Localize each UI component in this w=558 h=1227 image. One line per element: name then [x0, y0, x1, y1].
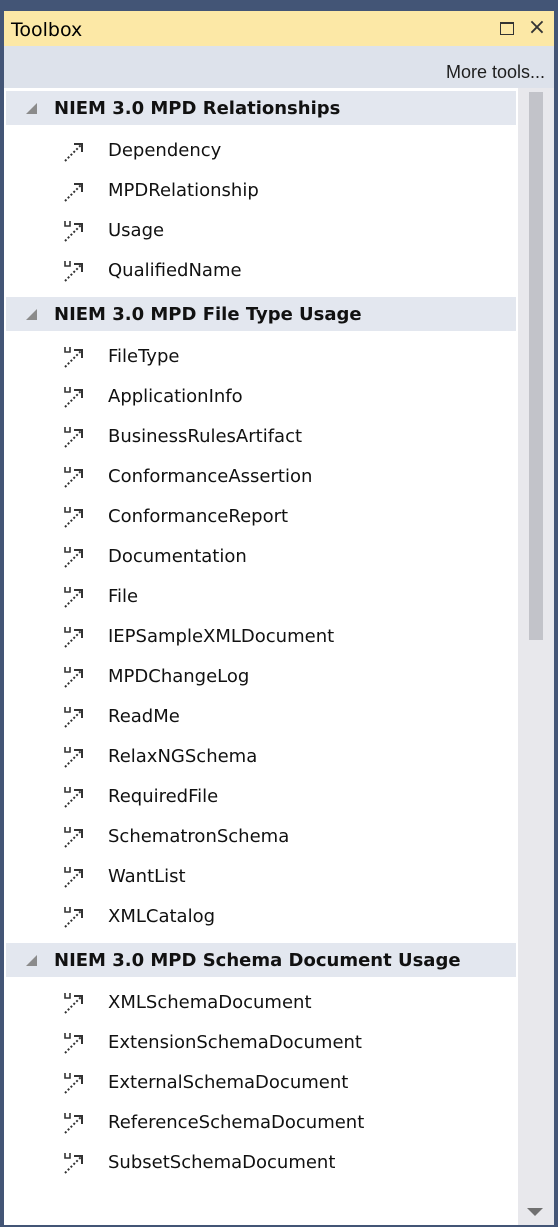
dependency-icon: [62, 179, 86, 203]
toolbox-group-header[interactable]: NIEM 3.0 MPD File Type Usage: [6, 297, 516, 331]
toolbox-list: NIEM 3.0 MPD Relationships Dependency MPDR…: [4, 88, 518, 1225]
usage-icon: [62, 785, 86, 809]
toolbox-item-label: ReferenceSchemaDocument: [108, 1112, 365, 1133]
toolbox-item[interactable]: ReadMe: [4, 699, 514, 735]
toolbox-item[interactable]: SchematronSchema: [4, 819, 514, 855]
toolbox-item[interactable]: SubsetSchemaDocument: [4, 1145, 514, 1181]
toolbox-item[interactable]: ExternalSchemaDocument: [4, 1065, 514, 1101]
usage-icon: [62, 991, 86, 1015]
maximize-icon: [500, 21, 514, 35]
usage-icon: [62, 259, 86, 283]
toolbox-item[interactable]: ConformanceReport: [4, 499, 514, 535]
vertical-scrollbar[interactable]: [518, 88, 554, 1225]
toolbox-item-label: RequiredFile: [108, 786, 219, 807]
toolbox-window: Toolbox × More tools... NIEM 3.0 MPD Rel…: [0, 0, 558, 1227]
usage-icon: [62, 1031, 86, 1055]
title-bar[interactable]: Toolbox ×: [4, 11, 554, 46]
toolbox-item-label: BusinessRulesArtifact: [108, 426, 303, 447]
toolbox-item[interactable]: WantList: [4, 859, 514, 895]
toolbox-item[interactable]: ConformanceAssertion: [4, 459, 514, 495]
usage-icon: [62, 705, 86, 729]
usage-icon: [62, 865, 86, 889]
usage-icon: [62, 425, 86, 449]
usage-icon: [62, 385, 86, 409]
maximize-button[interactable]: [496, 17, 518, 39]
group-title: NIEM 3.0 MPD File Type Usage: [54, 304, 362, 325]
toolbox-item-label: ReadMe: [108, 706, 180, 727]
toolbox-item[interactable]: FileType: [4, 339, 514, 375]
toolbox-item-label: MPDRelationship: [108, 180, 259, 201]
usage-icon: [62, 745, 86, 769]
toolbox-item-label: SchematronSchema: [108, 826, 290, 847]
expand-collapse-arrow-icon[interactable]: [26, 309, 37, 320]
more-tools-bar: More tools...: [4, 46, 554, 88]
toolbox-item-label: ApplicationInfo: [108, 386, 243, 407]
toolbox-item-label: File: [108, 586, 139, 607]
toolbox-item-label: Usage: [108, 220, 165, 241]
close-button[interactable]: ×: [526, 17, 548, 39]
toolbox-item[interactable]: RelaxNGSchema: [4, 739, 514, 775]
usage-icon: [62, 1111, 86, 1135]
toolbox-item-label: FileType: [108, 346, 180, 367]
toolbox-item[interactable]: BusinessRulesArtifact: [4, 419, 514, 455]
dependency-icon: [62, 139, 86, 163]
toolbox-item-label: IEPSampleXMLDocument: [108, 626, 335, 647]
toolbox-item-label: ConformanceAssertion: [108, 466, 313, 487]
toolbox-item-label: RelaxNGSchema: [108, 746, 258, 767]
usage-icon: [62, 1151, 86, 1175]
toolbox-item[interactable]: XMLCatalog: [4, 899, 514, 935]
toolbox-item[interactable]: ExtensionSchemaDocument: [4, 1025, 514, 1061]
toolbox-item[interactable]: Usage: [4, 213, 514, 249]
scroll-down-arrow-icon[interactable]: [527, 1208, 543, 1216]
toolbox-item[interactable]: Dependency: [4, 133, 514, 169]
toolbox-item-label: MPDChangeLog: [108, 666, 250, 687]
toolbox-item[interactable]: ApplicationInfo: [4, 379, 514, 415]
usage-icon: [62, 505, 86, 529]
toolbox-item-label: Documentation: [108, 546, 247, 567]
scrollbar-thumb[interactable]: [529, 92, 543, 640]
toolbox-item-label: ExtensionSchemaDocument: [108, 1032, 362, 1053]
toolbox-item-label: ConformanceReport: [108, 506, 289, 527]
usage-icon: [62, 345, 86, 369]
toolbox-item-label: WantList: [108, 866, 186, 887]
group-title: NIEM 3.0 MPD Relationships: [54, 98, 341, 119]
toolbox-item[interactable]: Documentation: [4, 539, 514, 575]
close-icon: ×: [527, 15, 547, 40]
usage-icon: [62, 585, 86, 609]
toolbox-item[interactable]: MPDRelationship: [4, 173, 514, 209]
toolbox-item[interactable]: QualifiedName: [4, 253, 514, 289]
toolbox-panel: More tools... NIEM 3.0 MPD Relationships…: [4, 46, 554, 1225]
usage-icon: [62, 625, 86, 649]
usage-icon: [62, 465, 86, 489]
toolbox-item[interactable]: RequiredFile: [4, 779, 514, 815]
window-title: Toolbox: [11, 19, 83, 41]
expand-collapse-arrow-icon[interactable]: [26, 955, 37, 966]
usage-icon: [62, 545, 86, 569]
usage-icon: [62, 1071, 86, 1095]
toolbox-item-label: ExternalSchemaDocument: [108, 1072, 349, 1093]
toolbox-item-label: XMLSchemaDocument: [108, 992, 312, 1013]
toolbox-item[interactable]: MPDChangeLog: [4, 659, 514, 695]
usage-icon: [62, 825, 86, 849]
toolbox-group-header[interactable]: NIEM 3.0 MPD Schema Document Usage: [6, 943, 516, 977]
toolbox-item[interactable]: ReferenceSchemaDocument: [4, 1105, 514, 1141]
toolbox-item[interactable]: File: [4, 579, 514, 615]
toolbox-item[interactable]: IEPSampleXMLDocument: [4, 619, 514, 655]
toolbox-item-label: SubsetSchemaDocument: [108, 1152, 336, 1173]
usage-icon: [62, 219, 86, 243]
toolbox-item-label: QualifiedName: [108, 260, 242, 281]
toolbox-item-label: XMLCatalog: [108, 906, 216, 927]
toolbox-item[interactable]: XMLSchemaDocument: [4, 985, 514, 1021]
toolbox-group-header[interactable]: NIEM 3.0 MPD Relationships: [6, 91, 516, 125]
usage-icon: [62, 905, 86, 929]
expand-collapse-arrow-icon[interactable]: [26, 103, 37, 114]
toolbox-item-label: Dependency: [108, 140, 222, 161]
group-title: NIEM 3.0 MPD Schema Document Usage: [54, 950, 461, 971]
usage-icon: [62, 665, 86, 689]
more-tools-link[interactable]: More tools...: [446, 62, 545, 83]
